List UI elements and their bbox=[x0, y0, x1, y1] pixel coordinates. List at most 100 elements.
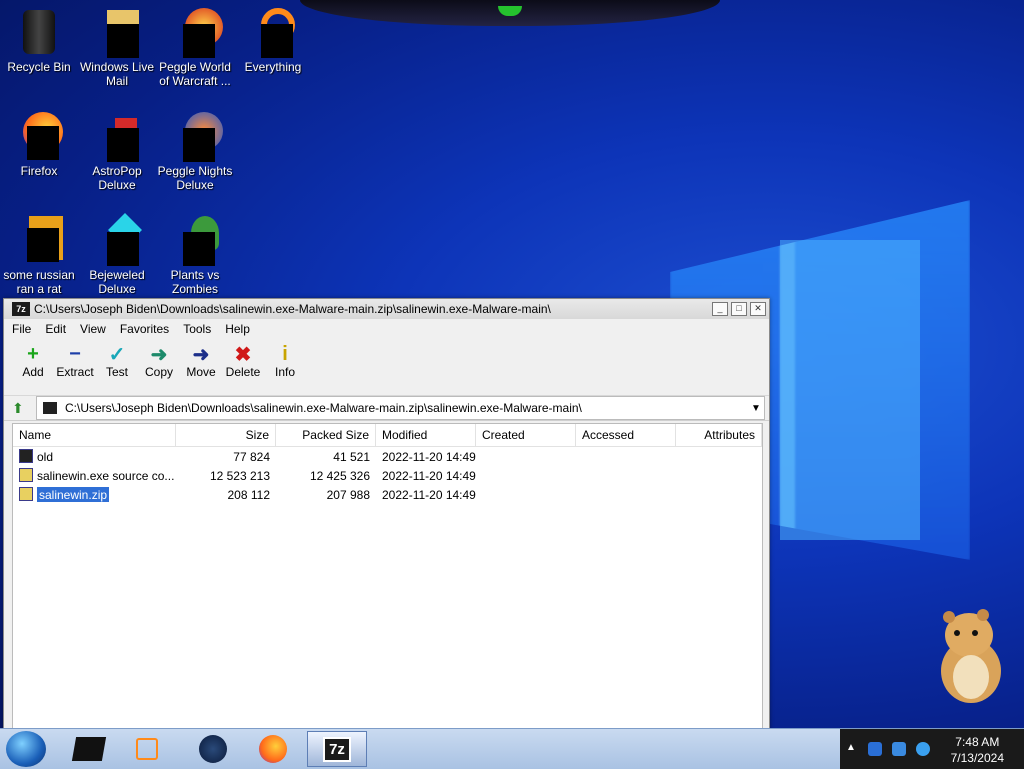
row-modified: 2022-11-20 14:49 bbox=[382, 449, 476, 464]
row-packed: 41 521 bbox=[333, 449, 370, 464]
table-row[interactable]: salinewin.zip 208 112 207 988 2022-11-20 14… bbox=[13, 485, 762, 504]
chevron-down-icon[interactable]: ▼ bbox=[748, 403, 764, 414]
folder-icon bbox=[43, 402, 57, 414]
file-list: Name Size Packed Size Modified Created A… bbox=[12, 423, 763, 729]
toolbar-label: Delete bbox=[225, 365, 261, 379]
row-name: salinewin.exe source co... bbox=[37, 469, 175, 483]
column-name[interactable]: Name bbox=[13, 424, 176, 446]
clock[interactable]: 7:48 AM 7/13/2024 bbox=[951, 734, 1004, 766]
toolbar-label: Move bbox=[186, 365, 216, 379]
network-icon[interactable] bbox=[892, 742, 906, 756]
menu-edit[interactable]: Edit bbox=[45, 322, 66, 336]
toolbar-add-button[interactable]: + Add bbox=[12, 342, 54, 380]
desktop-icon-recycle-bin[interactable]: Recycle Bin bbox=[0, 8, 78, 74]
column-packed-size[interactable]: Packed Size bbox=[276, 424, 376, 446]
menu-help[interactable]: Help bbox=[225, 322, 250, 336]
extract-icon: − bbox=[69, 342, 81, 365]
toolbar-label: Extract bbox=[56, 365, 94, 379]
7zip-icon: 7z bbox=[323, 736, 351, 762]
maximize-button[interactable]: □ bbox=[731, 302, 747, 316]
close-button[interactable]: ✕ bbox=[750, 302, 766, 316]
toolbar-label: Copy bbox=[144, 365, 173, 379]
desktop-icon-firefox[interactable]: Firefox bbox=[0, 112, 78, 178]
volume-icon[interactable] bbox=[916, 742, 930, 756]
desktop-icon-peggle-nights[interactable]: Peggle Nights Deluxe bbox=[156, 112, 234, 192]
address-bar: ⬆ C:\Users\Joseph Biden\Downloads\saline… bbox=[4, 396, 769, 421]
info-icon: i bbox=[282, 342, 288, 365]
status-led bbox=[498, 6, 522, 16]
tray-expand-icon[interactable]: ▲ bbox=[846, 742, 856, 753]
desktop-icon-bejeweled[interactable]: Bejeweled Deluxe bbox=[78, 213, 156, 296]
window-title: C:\Users\Joseph Biden\Downloads\salinewi… bbox=[34, 302, 551, 316]
desktop-icon-peggle-wow[interactable]: Peggle World of Warcraft ... bbox=[156, 8, 234, 88]
toolbar-extract-button[interactable]: − Extract bbox=[54, 342, 96, 380]
row-packed: 12 425 326 bbox=[309, 468, 370, 483]
media-player-icon bbox=[136, 738, 158, 760]
file-icon bbox=[15, 216, 63, 264]
row-size: 12 523 213 bbox=[209, 468, 270, 483]
row-name-cell: salinewin.exe source co... bbox=[13, 468, 176, 483]
toolbar-test-button[interactable]: ✓ Test bbox=[96, 343, 138, 380]
task-dark-app[interactable] bbox=[62, 731, 116, 767]
row-modified: 2022-11-20 14:49 bbox=[382, 468, 476, 483]
task-media-player[interactable] bbox=[120, 731, 174, 767]
peggle-nights-icon bbox=[171, 112, 223, 162]
row-size: 77 824 bbox=[233, 449, 270, 464]
peggle-icon bbox=[171, 8, 223, 58]
row-name-cell: old bbox=[13, 449, 176, 464]
row-name: old bbox=[37, 450, 54, 464]
hamster-icon bbox=[941, 609, 1001, 703]
system-tray: ▲ 7:48 AM 7/13/2024 bbox=[840, 729, 1024, 769]
desktop-icon-astropop[interactable]: AstroPop Deluxe bbox=[78, 112, 156, 192]
desktop-icon-windows-live-mail[interactable]: Windows Live Mail bbox=[78, 8, 156, 88]
add-icon: + bbox=[27, 342, 39, 365]
window-titlebar[interactable]: 7z C:\Users\Joseph Biden\Downloads\salin… bbox=[4, 299, 769, 319]
toolbar-move-button[interactable]: ➜ Move bbox=[180, 343, 222, 380]
tray-app-icon[interactable] bbox=[868, 742, 882, 756]
toolbar-label: Test bbox=[105, 365, 128, 379]
up-folder-icon[interactable]: ⬆ bbox=[12, 398, 36, 418]
column-attributes[interactable]: Attributes bbox=[676, 424, 762, 446]
clock-time: 7:48 AM bbox=[955, 735, 1000, 749]
menu-favorites[interactable]: Favorites bbox=[120, 322, 169, 336]
toolbar: + Add − Extract ✓ Test ➜ Copy ➜ Move ✖ Delete i Info bbox=[4, 339, 769, 396]
start-button[interactable] bbox=[6, 731, 46, 767]
menu-file[interactable]: File bbox=[12, 322, 31, 336]
file-manager-window[interactable]: 7z C:\Users\Joseph Biden\Downloads\salin… bbox=[3, 298, 770, 730]
task-globe[interactable] bbox=[186, 731, 240, 767]
firefox-icon bbox=[259, 735, 287, 763]
folder-icon bbox=[19, 449, 33, 463]
test-icon: ✓ bbox=[108, 343, 126, 366]
row-name: salinewin.zip bbox=[37, 487, 110, 502]
desktop-icon-pvz[interactable]: Plants vs Zombies bbox=[156, 216, 234, 296]
desktop-icon-everything[interactable]: Everything bbox=[234, 8, 312, 74]
minimize-button[interactable]: _ bbox=[712, 302, 728, 316]
column-created[interactable]: Created bbox=[476, 424, 576, 446]
task-firefox[interactable] bbox=[246, 731, 300, 767]
column-headers: Name Size Packed Size Modified Created A… bbox=[13, 424, 762, 447]
recycle-bin-icon bbox=[15, 8, 63, 56]
task-7zip[interactable]: 7z bbox=[307, 731, 367, 767]
table-row[interactable]: salinewin.exe source co... 12 523 213 12 4… bbox=[13, 466, 762, 485]
column-modified[interactable]: Modified bbox=[376, 424, 476, 446]
row-size: 208 112 bbox=[227, 487, 271, 502]
desktop-icon-some-russian[interactable]: some russian ran a rat bbox=[0, 216, 78, 296]
menu-view[interactable]: View bbox=[80, 322, 106, 336]
address-field[interactable]: C:\Users\Joseph Biden\Downloads\salinewi… bbox=[36, 396, 765, 420]
toolbar-delete-button[interactable]: ✖ Delete bbox=[222, 343, 264, 380]
toolbar-copy-button[interactable]: ➜ Copy bbox=[138, 343, 180, 380]
globe-icon bbox=[199, 735, 227, 763]
menu-tools[interactable]: Tools bbox=[183, 322, 211, 336]
row-modified: 2022-11-20 14:49 bbox=[382, 487, 476, 502]
column-accessed[interactable]: Accessed bbox=[576, 424, 676, 446]
table-row[interactable]: old 77 824 41 521 2022-11-20 14:49 bbox=[13, 447, 762, 466]
everything-icon bbox=[249, 8, 297, 58]
astropop-icon bbox=[93, 112, 141, 162]
copy-icon: ➜ bbox=[150, 343, 168, 366]
toolbar-label: Info bbox=[274, 365, 295, 379]
toolbar-label: Add bbox=[22, 365, 44, 379]
zip-icon bbox=[19, 487, 33, 501]
column-size[interactable]: Size bbox=[176, 424, 276, 446]
toolbar-info-button[interactable]: i Info bbox=[264, 342, 306, 380]
delete-icon: ✖ bbox=[234, 343, 252, 366]
